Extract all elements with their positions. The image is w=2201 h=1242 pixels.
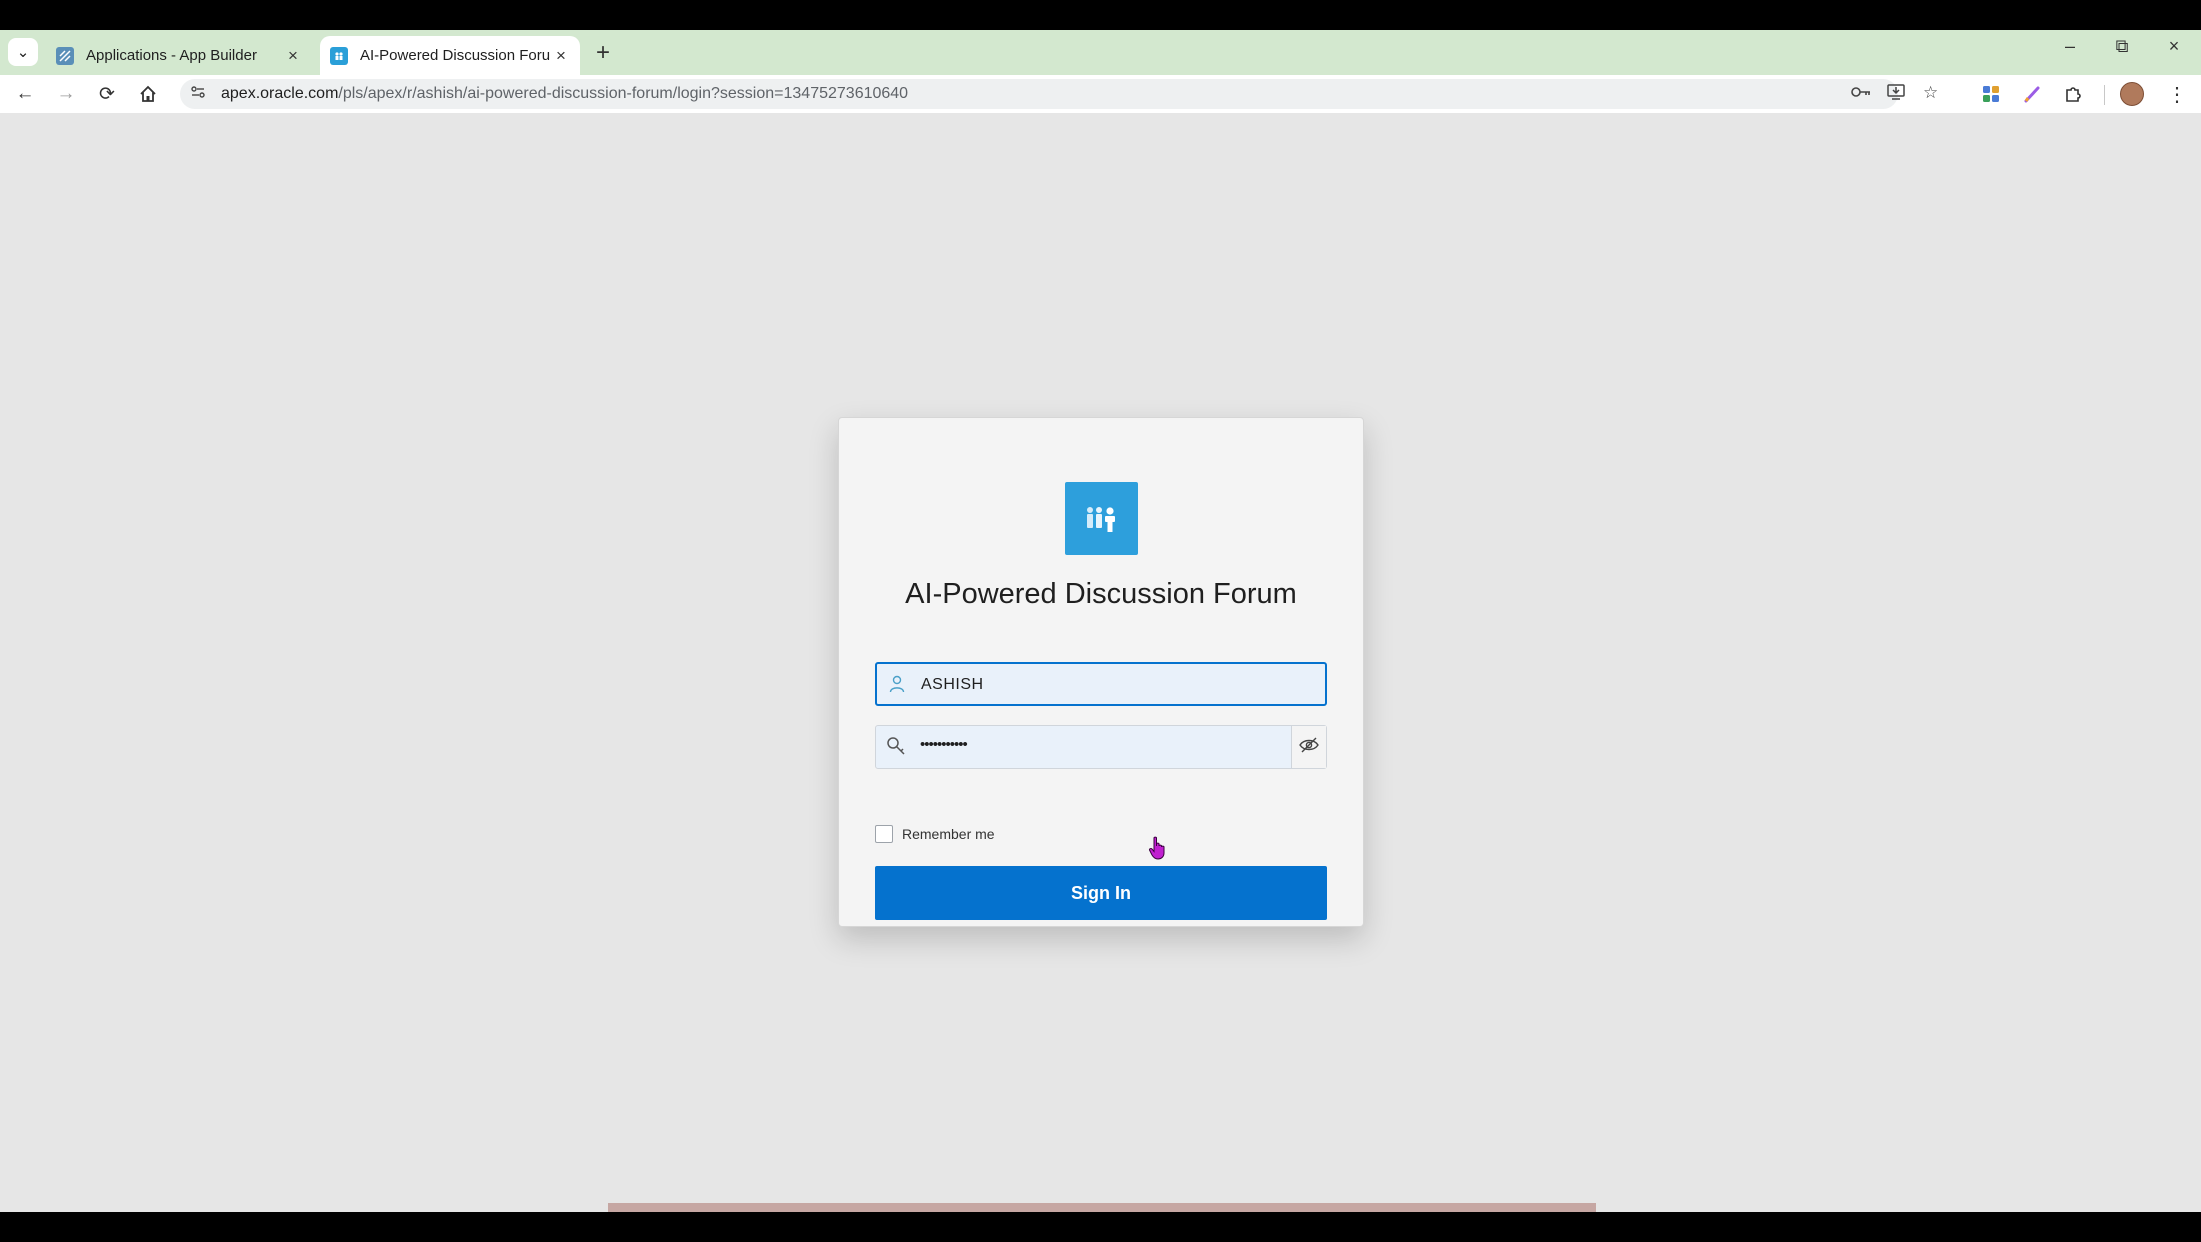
chevron-down-icon: ⌄ (16, 44, 30, 61)
username-value: ASHISH (921, 676, 984, 693)
forward-icon[interactable]: → (53, 81, 79, 107)
profile-avatar[interactable] (2120, 82, 2144, 106)
remember-me[interactable]: Remember me (875, 825, 995, 843)
home-icon[interactable] (135, 81, 161, 107)
close-window-button[interactable]: × (2154, 36, 2194, 57)
remember-me-label: Remember me (902, 826, 995, 842)
more-menu-icon[interactable]: ⋮ (2164, 81, 2190, 107)
site-info-icon[interactable] (190, 84, 206, 104)
app-builder-favicon-icon (56, 46, 74, 65)
user-icon (887, 674, 907, 694)
bottom-overlay-strip (608, 1203, 1596, 1212)
restore-button[interactable]: ⧉ (2102, 36, 2142, 57)
remember-me-checkbox[interactable] (875, 825, 893, 843)
url-host: apex.oracle.com (221, 85, 339, 102)
extension-grid-icon[interactable] (1978, 81, 2004, 107)
password-field[interactable]: ••••••••••• (875, 725, 1327, 769)
tab-title: Applications - App Builder (86, 47, 257, 64)
login-card: AI-Powered Discussion Forum ASHISH •••••… (838, 417, 1364, 927)
forum-favicon-icon (330, 46, 348, 65)
username-field[interactable]: ASHISH (875, 662, 1327, 706)
sign-in-button[interactable]: Sign In (875, 866, 1327, 920)
app-title: AI-Powered Discussion Forum (905, 578, 1297, 610)
address-bar[interactable]: apex.oracle.com/pls/apex/r/ashish/ai-pow… (180, 79, 1938, 109)
show-password-button[interactable] (1291, 726, 1326, 768)
browser-toolbar: ← → ⟳ apex.oracle.com/pls/apex/r/ashish/… (0, 75, 2201, 113)
toolbar-divider (2104, 85, 2105, 105)
tab-app-builder[interactable]: Applications - App Builder × (46, 36, 312, 75)
tab-close-icon[interactable]: × (550, 46, 572, 66)
back-icon[interactable]: ← (12, 81, 38, 107)
url-text: apex.oracle.com/pls/apex/r/ashish/ai-pow… (221, 85, 908, 103)
key-icon (886, 736, 906, 756)
url-path: /pls/apex/r/ashish/ai-powered-discussion… (338, 85, 909, 102)
app-logo-icon (1065, 482, 1138, 555)
extensions-puzzle-icon[interactable] (2060, 81, 2086, 107)
eye-slash-icon (1299, 737, 1319, 758)
pen-extension-icon[interactable] (2019, 81, 2045, 107)
password-key-icon[interactable] (1850, 83, 1872, 106)
password-value: ••••••••••• (920, 736, 968, 753)
tab-strip: ⌄ Applications - App Builder × AI-Powere… (0, 30, 2201, 75)
new-tab-button[interactable]: + (596, 39, 610, 67)
screen: ⌄ Applications - App Builder × AI-Powere… (0, 30, 2201, 1212)
tab-discussion-forum[interactable]: AI-Powered Discussion Forum - × (320, 36, 580, 75)
tab-search-button[interactable]: ⌄ (8, 38, 38, 66)
bookmark-star-icon[interactable]: ☆ (1923, 83, 1938, 103)
tab-close-icon[interactable]: × (282, 46, 304, 66)
minimize-button[interactable]: – (2050, 36, 2090, 57)
reload-icon[interactable]: ⟳ (94, 81, 120, 107)
hand-cursor-icon (1148, 836, 1168, 860)
install-app-icon[interactable] (1886, 83, 1906, 106)
tab-title: AI-Powered Discussion Forum - (360, 47, 550, 64)
